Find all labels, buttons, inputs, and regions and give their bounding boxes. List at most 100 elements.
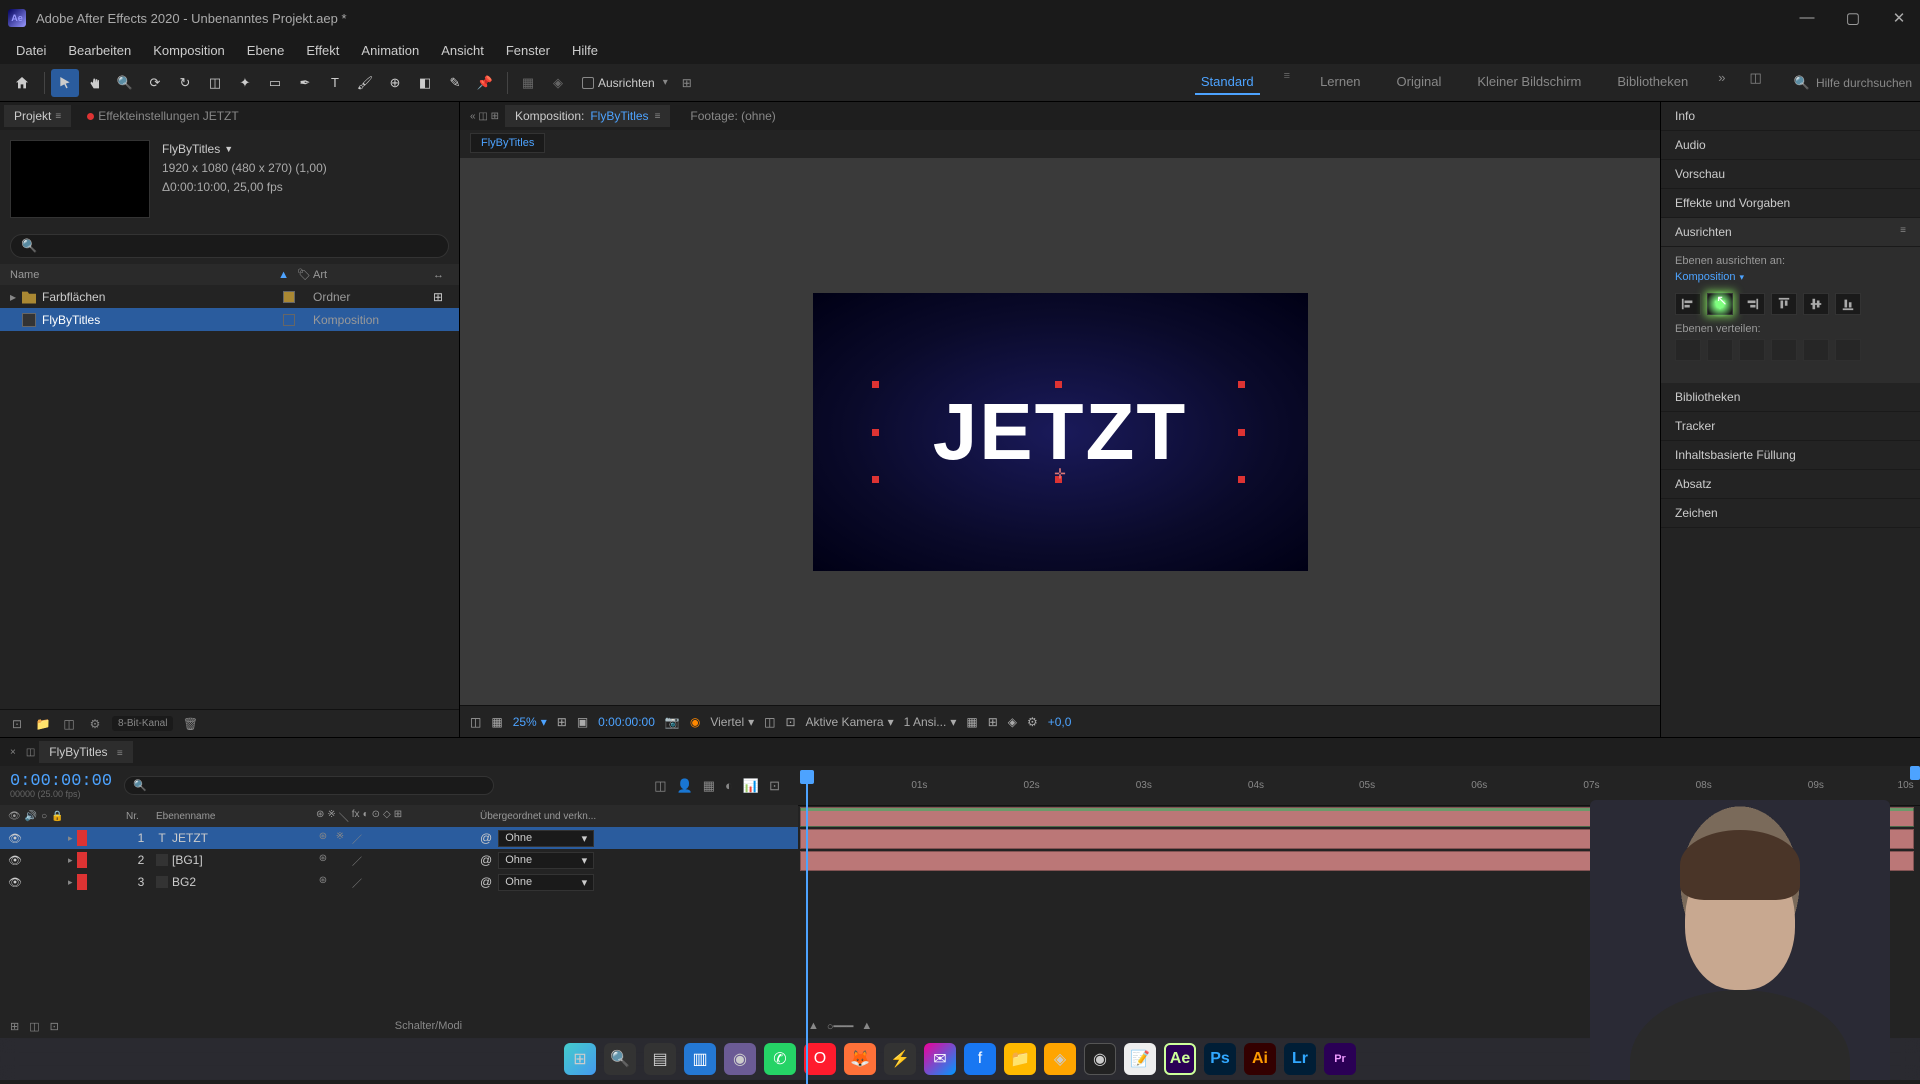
snapshot-icon[interactable]: 📷 — [665, 715, 680, 729]
menu-ansicht[interactable]: Ansicht — [431, 39, 494, 62]
title-text-layer[interactable]: JETZT — [933, 386, 1187, 478]
panel-audio[interactable]: Audio — [1661, 131, 1920, 160]
help-search[interactable]: 🔍 Hilfe durchsuchen — [1794, 75, 1912, 91]
menu-animation[interactable]: Animation — [351, 39, 429, 62]
type-tool[interactable]: T — [321, 69, 349, 97]
toggle-in-out-icon[interactable]: ⊡ — [50, 1020, 59, 1033]
align-left-button[interactable] — [1675, 293, 1701, 315]
workspace-kleiner[interactable]: Kleiner Bildschirm — [1471, 70, 1587, 95]
menu-effekt[interactable]: Effekt — [296, 39, 349, 62]
workspace-overflow-icon[interactable]: » — [1718, 70, 1725, 95]
roto-tool[interactable]: ✎ — [441, 69, 469, 97]
tool-extra-2[interactable]: ◈ — [544, 69, 572, 97]
timeline-icon[interactable]: ⊡ — [785, 715, 795, 729]
parent-dropdown[interactable]: Ohne▾ — [498, 852, 594, 869]
taskbar-lightroom[interactable]: Lr — [1284, 1043, 1316, 1075]
composition-viewer[interactable]: JETZT ✛ — [460, 158, 1660, 705]
parent-dropdown[interactable]: Ohne▾ — [498, 874, 594, 891]
menu-ebene[interactable]: Ebene — [237, 39, 295, 62]
taskbar-app[interactable]: ◉ — [724, 1043, 756, 1075]
taskbar-facebook[interactable]: f — [964, 1043, 996, 1075]
taskbar-photoshop[interactable]: Ps — [1204, 1043, 1236, 1075]
eraser-tool[interactable]: ◧ — [411, 69, 439, 97]
layer-row-3[interactable]: 👁 ▸ 3 BG2 ⊛／ @Ohne▾ — [0, 871, 798, 893]
panel-tracker[interactable]: Tracker — [1661, 412, 1920, 441]
maximize-button[interactable]: ▢ — [1844, 9, 1862, 27]
taskbar-whatsapp[interactable]: ✆ — [764, 1043, 796, 1075]
views-dropdown[interactable]: 1 Ansi... ▾ — [904, 715, 957, 729]
panel-inhalt[interactable]: Inhaltsbasierte Füllung — [1661, 441, 1920, 470]
exposure[interactable]: +0,0 — [1048, 715, 1072, 729]
pen-tool[interactable]: ✒ — [291, 69, 319, 97]
menu-fenster[interactable]: Fenster — [496, 39, 560, 62]
taskbar-taskview[interactable]: ▤ — [644, 1043, 676, 1075]
menu-hilfe[interactable]: Hilfe — [562, 39, 608, 62]
layer-row-1[interactable]: 👁 ▸ 1 TJETZT ⊛※／ @Ohne▾ — [0, 827, 798, 849]
toggle-modes-icon[interactable]: ◫ — [29, 1020, 39, 1033]
snap-options-icon[interactable]: ▾ — [663, 77, 668, 88]
pickwhip-icon[interactable]: @ — [480, 831, 492, 845]
render-icon[interactable]: ⚙ — [1027, 715, 1038, 729]
taskbar-firefox[interactable]: 🦊 — [844, 1043, 876, 1075]
align-bottom-button[interactable] — [1835, 293, 1861, 315]
pickwhip-icon[interactable]: @ — [480, 875, 492, 889]
delete-icon[interactable]: 🗑 — [181, 715, 199, 733]
timeline-tab[interactable]: FlyByTitles ≡ — [39, 741, 132, 763]
roi-icon[interactable]: ▣ — [577, 715, 588, 729]
graph-editor-icon[interactable]: 📊 — [743, 778, 759, 794]
align-horizontal-center-button[interactable]: ↖ — [1707, 293, 1733, 315]
project-settings-icon[interactable]: ⚙ — [86, 715, 104, 733]
panel-bibliotheken[interactable]: Bibliotheken — [1661, 383, 1920, 412]
frame-blend-icon[interactable]: ▦ — [703, 778, 715, 794]
panel-absatz[interactable]: Absatz — [1661, 470, 1920, 499]
toggle-switches-icon[interactable]: ⊞ — [10, 1020, 19, 1033]
shy-icon[interactable]: 👤 — [677, 778, 693, 794]
pixel-aspect-icon[interactable]: ▦ — [966, 715, 977, 729]
tool-extra-1[interactable]: ▦ — [514, 69, 542, 97]
zoom-in-icon[interactable]: ▲ — [861, 1020, 872, 1032]
selection-tool[interactable] — [51, 69, 79, 97]
brush-tool[interactable]: 🖌 — [351, 69, 379, 97]
fast-draft-icon[interactable]: ⊞ — [988, 715, 998, 729]
taskbar-explorer[interactable]: ▥ — [684, 1043, 716, 1075]
hand-tool[interactable] — [81, 69, 109, 97]
resolution-icon[interactable]: ⊞ — [557, 715, 567, 729]
close-button[interactable]: ✕ — [1890, 9, 1908, 27]
rectangle-tool[interactable]: ▭ — [261, 69, 289, 97]
pickwhip-icon[interactable]: @ — [480, 853, 492, 867]
zoom-out-icon[interactable]: ▲ — [808, 1020, 819, 1032]
camera-tool[interactable]: ◫ — [201, 69, 229, 97]
menu-datei[interactable]: Datei — [6, 39, 56, 62]
workspace-menu-icon[interactable]: ◫ — [1749, 70, 1761, 95]
workspace-standard[interactable]: Standard — [1195, 70, 1260, 95]
transparency-grid-icon[interactable]: ▦ — [491, 715, 502, 729]
taskbar-notes[interactable]: 📝 — [1124, 1043, 1156, 1075]
taskbar-premiere[interactable]: Pr — [1324, 1043, 1356, 1075]
taskbar-illustrator[interactable]: Ai — [1244, 1043, 1276, 1075]
align-to-dropdown[interactable]: Komposition ▾ — [1675, 271, 1906, 283]
motion-blur-icon[interactable]: ◐ — [725, 778, 733, 794]
camera-dropdown[interactable]: Aktive Kamera ▾ — [806, 715, 894, 729]
interpret-footage-icon[interactable]: ⊡ — [8, 715, 26, 733]
zoom-tool[interactable]: 🔍 — [111, 69, 139, 97]
composition-tab[interactable]: Komposition: FlyByTitles ≡ — [505, 105, 670, 127]
snap-checkbox[interactable] — [582, 77, 594, 89]
3d-icon[interactable]: ◈ — [1008, 715, 1017, 729]
menu-komposition[interactable]: Komposition — [143, 39, 235, 62]
home-icon[interactable] — [8, 69, 36, 97]
comp-nav-icon[interactable]: « ◫ ⊞ — [464, 111, 505, 122]
align-top-button[interactable] — [1771, 293, 1797, 315]
align-vertical-center-button[interactable] — [1803, 293, 1829, 315]
taskbar-folder[interactable]: 📁 — [1004, 1043, 1036, 1075]
project-tab[interactable]: Projekt ≡ — [4, 105, 71, 127]
workspace-bibliotheken[interactable]: Bibliotheken — [1611, 70, 1694, 95]
resolution-dropdown[interactable]: Viertel ▾ — [710, 715, 754, 729]
start-button[interactable]: ⊞ — [564, 1043, 596, 1075]
minimize-button[interactable]: — — [1798, 9, 1816, 27]
effect-controls-tab[interactable]: Effekteinstellungen JETZT — [87, 109, 239, 123]
panel-effekte[interactable]: Effekte und Vorgaben — [1661, 189, 1920, 218]
footage-tab[interactable]: Footage: (ohne) — [690, 109, 775, 123]
project-search[interactable]: 🔍 — [10, 234, 449, 258]
parent-dropdown[interactable]: Ohne▾ — [498, 830, 594, 847]
taskbar-app2[interactable]: ⚡ — [884, 1043, 916, 1075]
